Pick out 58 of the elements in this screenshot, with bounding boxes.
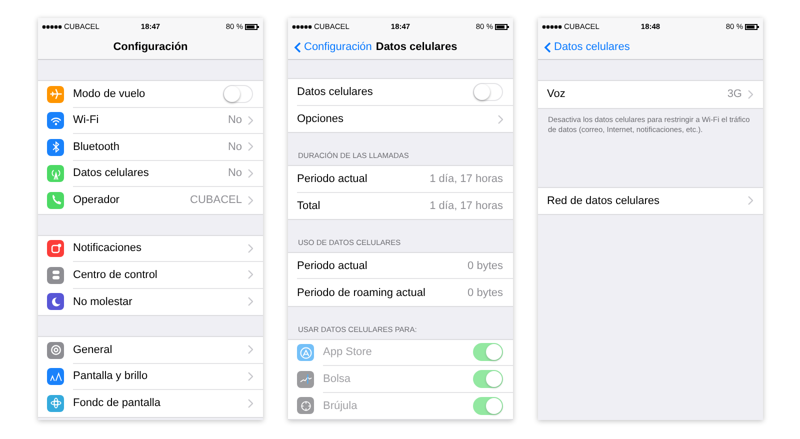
row-value: No <box>228 140 242 153</box>
row-label: Bolsa <box>323 372 352 385</box>
chevron-icon <box>248 398 253 408</box>
row-label: Total <box>297 200 322 212</box>
row-value: 0 bytes <box>468 260 503 272</box>
row-label[interactable]: No molestar <box>73 296 242 308</box>
toggle-switch[interactable] <box>473 83 503 102</box>
row-label[interactable]: Datos celulares <box>73 167 222 180</box>
row-value: 0 bytes <box>468 286 503 299</box>
chevron-icon <box>248 372 253 381</box>
chevron-icon <box>248 345 253 354</box>
toggle-switch[interactable] <box>223 84 253 103</box>
chevron-icon <box>748 90 753 99</box>
row-value: No <box>228 114 242 126</box>
row-label[interactable]: Bluetooth <box>73 140 222 153</box>
battery-icon <box>495 24 509 30</box>
signal-icon <box>292 24 312 28</box>
row-value: 3G <box>727 88 742 100</box>
row-label[interactable]: Fondc de pantalla <box>73 397 242 410</box>
back-link[interactable]: Datos celulares <box>544 41 630 53</box>
row-label: Datos celulares <box>297 86 374 98</box>
chevron-icon <box>748 196 753 206</box>
row-value: No <box>228 167 242 180</box>
row-value: CUBACEL <box>190 194 242 206</box>
row-label[interactable]: Wi-Fi <box>73 114 222 126</box>
row-label[interactable]: Centro de control <box>73 268 242 281</box>
battery-icon <box>745 24 759 30</box>
row-label[interactable]: General <box>73 344 242 356</box>
chevron-icon <box>248 142 253 152</box>
row-label: Periodo de roaming actual <box>297 286 426 299</box>
row-label[interactable]: Pantalla y brillo <box>73 370 242 382</box>
row-label[interactable]: Opciones <box>297 113 492 126</box>
row-label[interactable]: Operador <box>73 194 184 206</box>
battery-icon <box>245 24 259 30</box>
chevron-icon <box>248 168 253 178</box>
row-label: Brújula <box>323 400 358 412</box>
chevron-icon <box>248 116 253 125</box>
row-label: Periodo actual <box>297 172 368 185</box>
row-label: Periodo actual <box>297 260 368 272</box>
row-label[interactable]: Notificaciones <box>73 242 242 254</box>
row-label: App Store <box>323 346 373 358</box>
chevron-icon <box>498 114 503 124</box>
row-label: Modo de vuelo <box>73 88 146 100</box>
row-label[interactable]: Red de datos celulares <box>547 194 742 207</box>
screen-title: Configuración <box>113 41 188 53</box>
row-value: 1 día, 17 horas <box>430 200 503 212</box>
signal-icon <box>42 24 62 28</box>
back-link[interactable]: Configuración <box>294 41 372 53</box>
chevron-icon <box>248 244 253 253</box>
screen-title: Datos celulares <box>376 41 458 53</box>
chevron-icon <box>248 196 253 205</box>
row-value: 1 día, 17 horas <box>430 172 503 185</box>
back-chevron-icon <box>294 42 301 52</box>
chevron-icon <box>248 270 253 280</box>
chevron-icon <box>248 297 253 306</box>
signal-icon <box>542 24 562 28</box>
row-label[interactable]: Voz <box>547 88 722 100</box>
back-chevron-icon <box>544 42 551 52</box>
